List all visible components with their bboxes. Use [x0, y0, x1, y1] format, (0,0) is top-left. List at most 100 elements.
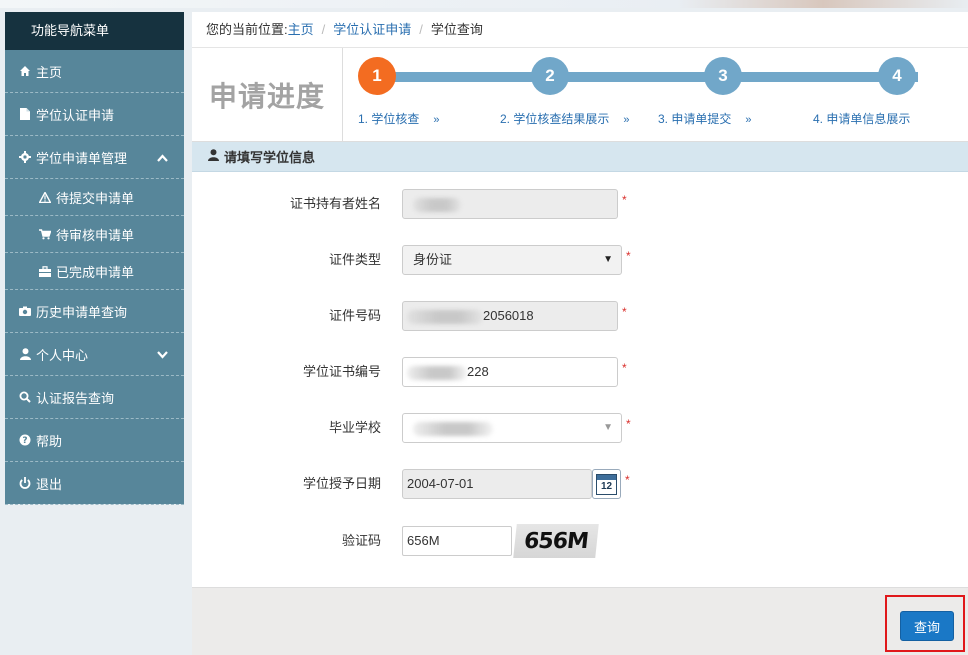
required-mark: * — [622, 305, 627, 319]
sidebar-item-home[interactable]: 主页 — [5, 50, 184, 93]
id-number-field[interactable]: 2056018 — [402, 301, 618, 331]
breadcrumb-prefix: 您的当前位置: — [206, 22, 288, 37]
progress-track — [378, 72, 918, 82]
step-4-label: 4. 申请单信息展示 — [813, 110, 910, 127]
redacted-value — [407, 365, 467, 380]
sidebar-item-label: 历史申请单查询 — [36, 304, 128, 320]
sidebar-item-logout[interactable]: 退出 — [5, 462, 184, 505]
sidebar-item-degree-application[interactable]: 学位认证申请 — [5, 93, 184, 136]
cart-icon — [38, 228, 52, 240]
calendar-day: 12 — [600, 480, 613, 492]
gear-icon — [18, 151, 32, 163]
captcha-input[interactable]: 656M — [402, 526, 512, 556]
name-label: 证书持有者姓名 — [289, 196, 381, 211]
step-3-label: 3. 申请单提交 » — [658, 110, 751, 127]
form-row-school: 毕业学校 ▼ * — [192, 413, 968, 443]
grant-date-label: 学位授予日期 — [302, 476, 381, 491]
warning-icon — [38, 191, 52, 203]
form-row-id-number: 证件号码 2056018 * — [192, 301, 968, 331]
required-mark: * — [626, 249, 631, 263]
camera-icon — [18, 306, 32, 316]
step-4-circle: 4 — [878, 57, 916, 95]
calendar-button[interactable]: 12 — [592, 469, 621, 499]
redacted-value — [413, 197, 461, 212]
step-arrow: » — [745, 114, 752, 126]
step-label-text: 1. 学位核查 — [358, 112, 420, 126]
highlight-box — [885, 595, 965, 652]
holder-name-field[interactable] — [402, 189, 618, 219]
progress-title: 申请进度 — [192, 48, 343, 142]
breadcrumb-home-link[interactable]: 主页 — [288, 22, 314, 37]
id-number-value: 2056018 — [483, 308, 534, 323]
step-1-circle: 1 — [358, 57, 396, 95]
dropdown-arrow-icon: ▼ — [603, 254, 613, 265]
cert-number-value: 228 — [467, 364, 489, 379]
breadcrumb-current: 学位查询 — [430, 22, 483, 37]
svg-text:?: ? — [22, 436, 27, 446]
sidebar-item-help[interactable]: ? 帮助 — [5, 419, 184, 462]
sidebar-item-label: 退出 — [36, 476, 63, 492]
progress-steps: 申请进度 1 2 3 4 1. 学位核查 » 2. 学位核查结果展示 » 3. 申请… — [192, 48, 968, 142]
required-mark: * — [625, 473, 630, 487]
school-select[interactable]: ▼ — [402, 413, 622, 443]
captcha-image[interactable]: 656M — [513, 524, 599, 558]
breadcrumb-separator: / — [321, 22, 326, 37]
captcha-label: 验证码 — [341, 533, 381, 548]
school-label: 毕业学校 — [328, 420, 381, 435]
sidebar-item-label: 认证报告查询 — [36, 390, 115, 406]
step-3-circle: 3 — [704, 57, 742, 95]
sidebar-item-pending-review[interactable]: 待审核申请单 — [5, 216, 184, 253]
help-icon: ? — [18, 434, 32, 446]
required-mark: * — [622, 361, 627, 375]
sidebar-item-label: 学位申请单管理 — [36, 150, 128, 166]
top-banner-strip — [0, 0, 968, 8]
search-icon — [18, 391, 32, 403]
breadcrumb-parent-link[interactable]: 学位认证申请 — [333, 22, 411, 37]
id-type-select[interactable]: 身份证 ▼ — [402, 245, 622, 275]
home-icon — [18, 65, 32, 77]
breadcrumb-separator: / — [419, 22, 423, 37]
grant-date-field[interactable]: 2004-07-01 — [402, 469, 592, 499]
required-mark: * — [626, 417, 631, 431]
sidebar-item-label: 待提交申请单 — [56, 190, 135, 206]
form-row-grant-date: 学位授予日期 2004-07-01 12 * — [192, 469, 968, 499]
chevron-down-icon[interactable] — [157, 333, 168, 376]
sidebar-item-label: 待审核申请单 — [56, 227, 135, 243]
sidebar-item-history[interactable]: 历史申请单查询 — [5, 290, 184, 333]
sidebar-title: 功能导航菜单 — [5, 12, 184, 50]
form-footer — [192, 587, 968, 655]
sidebar-item-personal-center[interactable]: 个人中心 — [5, 333, 184, 376]
redacted-value — [407, 309, 483, 324]
id-number-label: 证件号码 — [328, 308, 381, 323]
sidebar-item-label: 个人中心 — [36, 347, 89, 363]
form-row-name: 证书持有者姓名 * — [192, 189, 968, 219]
step-2-label: 2. 学位核查结果展示 » — [500, 110, 629, 127]
sidebar-item-label: 已完成申请单 — [56, 264, 135, 280]
sidebar-item-label: 学位认证申请 — [36, 107, 115, 123]
step-1-label: 1. 学位核查 » — [358, 110, 439, 127]
cert-number-input[interactable]: 228 — [402, 357, 618, 387]
sidebar-item-pending-submit[interactable]: 待提交申请单 — [5, 179, 184, 216]
main-content: 您的当前位置:主页 / 学位认证申请 / 学位查询 申请进度 1 2 3 4 1. 学位… — [192, 12, 968, 655]
sidebar-item-completed[interactable]: 已完成申请单 — [5, 253, 184, 290]
id-type-label: 证件类型 — [328, 252, 381, 267]
id-type-value: 身份证 — [413, 252, 453, 267]
dropdown-arrow-icon: ▼ — [603, 422, 613, 433]
sidebar-item-report-query[interactable]: 认证报告查询 — [5, 376, 184, 419]
breadcrumb: 您的当前位置:主页 / 学位认证申请 / 学位查询 — [192, 12, 968, 48]
required-mark: * — [622, 193, 627, 207]
power-icon — [18, 477, 32, 489]
user-icon — [208, 149, 219, 164]
form-row-id-type: 证件类型 身份证 ▼ * — [192, 245, 968, 275]
chevron-up-icon[interactable] — [157, 136, 168, 179]
sidebar-item-application-management[interactable]: 学位申请单管理 — [5, 136, 184, 179]
form-row-captcha: 验证码 656M 656M — [192, 524, 968, 558]
section-header: 请填写学位信息 — [192, 142, 968, 172]
step-2-circle: 2 — [531, 57, 569, 95]
briefcase-icon — [38, 265, 52, 277]
step-label-text: 2. 学位核查结果展示 — [500, 112, 610, 126]
calendar-icon: 12 — [596, 473, 617, 495]
sidebar-nav: 功能导航菜单 主页 学位认证申请 学位申请单管理 待提交申请单 待审核申请单 已… — [5, 12, 184, 505]
redacted-value — [413, 421, 493, 436]
step-label-text: 4. 申请单信息展示 — [813, 112, 911, 126]
